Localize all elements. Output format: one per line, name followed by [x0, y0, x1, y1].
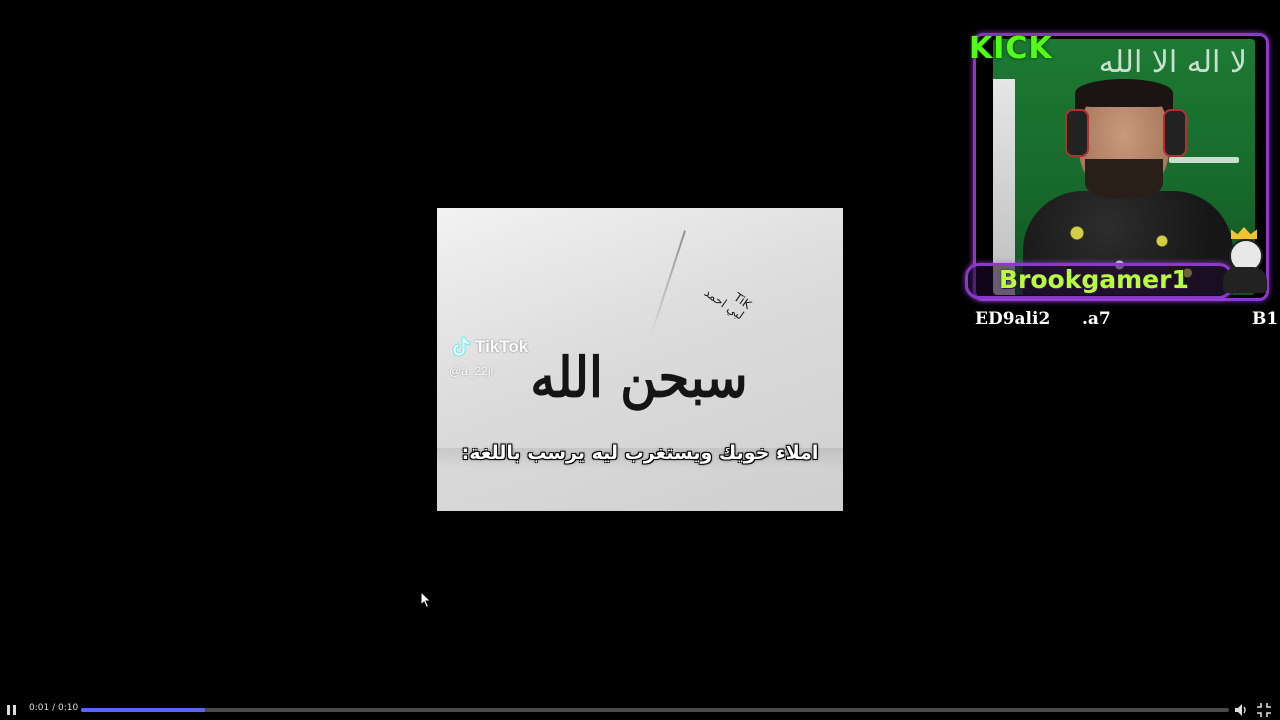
kick-logo: KICK: [969, 31, 1053, 66]
ticker-item: .a7: [1082, 309, 1111, 329]
time-display: 0:01 / 0:10: [29, 703, 79, 713]
streamer-hair-top: [1075, 79, 1173, 107]
crown-icon: [1231, 227, 1257, 239]
calligraphy-handwriting: سبحن الله: [530, 345, 748, 410]
seek-bar[interactable]: [81, 708, 1229, 712]
headset-right-icon: [1163, 109, 1187, 157]
streamer-name: Brookgamer1: [999, 265, 1189, 294]
wall-crack-decoration: [650, 230, 686, 336]
seek-bar-progress: [81, 708, 205, 712]
avatar-body: [1223, 267, 1267, 293]
video-player-stage[interactable]: TikTok @a_22jl TiK لبي احمد سبحن الله ام…: [0, 0, 1280, 720]
crown-avatar-icon: [1223, 227, 1267, 293]
streamer-beard: [1085, 159, 1163, 199]
ticker-item: ED9ali2: [975, 309, 1051, 329]
ticker-item: B1: [1252, 309, 1279, 329]
webcam-overlay: لا اله الا الله KICK Brookgamer1: [965, 27, 1273, 301]
handwritten-scribble: TiK لبي احمد: [701, 285, 755, 323]
player-control-bar: 0:01 / 0:10: [0, 700, 1280, 720]
volume-icon[interactable]: [1233, 702, 1249, 718]
headset-left-icon: [1065, 109, 1089, 157]
mouse-cursor-icon: [420, 591, 432, 609]
exit-fullscreen-icon[interactable]: [1256, 702, 1272, 718]
tiktok-video-frame: TikTok @a_22jl TiK لبي احمد سبحن الله ام…: [437, 208, 843, 511]
tiktok-handle: @a_22jl: [449, 364, 494, 378]
pause-icon[interactable]: [4, 702, 20, 718]
tiktok-icon: [452, 336, 471, 357]
subscriber-ticker: ED9ali2 .a7 B1: [975, 309, 1280, 331]
video-subtitle: املاء خويك ويستغرب ليه يرسب باللغة:: [461, 442, 819, 464]
webcam-feed: لا اله الا الله: [993, 39, 1255, 295]
flag-inscription: لا اله الا الله: [1098, 45, 1247, 80]
